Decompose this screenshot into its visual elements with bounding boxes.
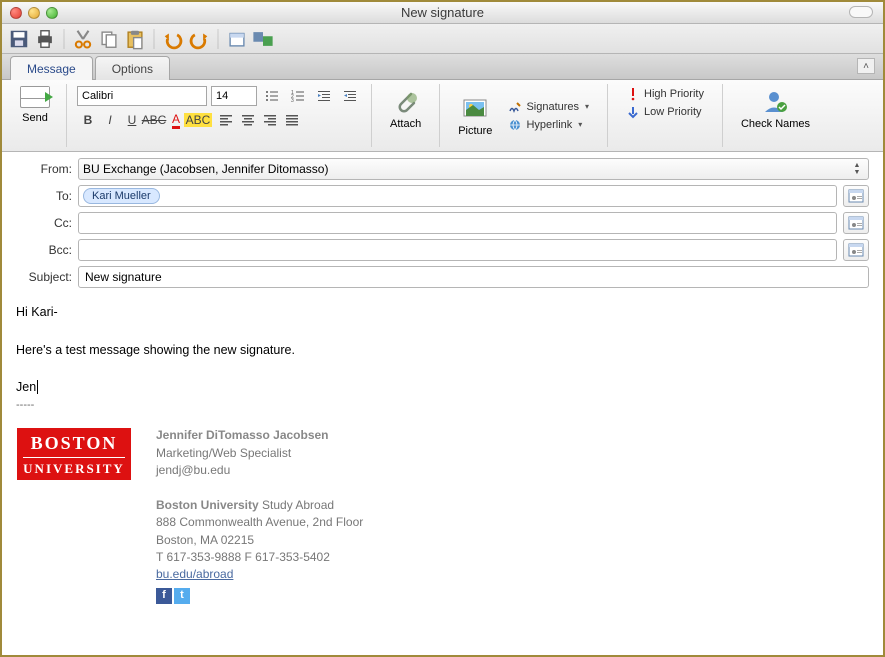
message-body[interactable]: Hi Kari- Here's a test message showing t…	[2, 293, 883, 614]
to-label: To:	[16, 189, 72, 203]
signature-name: Jennifer DiTomasso Jacobsen	[156, 427, 363, 444]
picture-icon	[461, 95, 489, 123]
signature-separator: -----	[16, 397, 869, 414]
justify-button[interactable]	[281, 110, 303, 130]
media-browser-icon[interactable]	[252, 28, 274, 50]
envelope-icon	[20, 86, 50, 108]
bcc-address-book-button[interactable]	[843, 239, 869, 261]
toolbar-pill-button[interactable]	[849, 6, 873, 18]
picture-button[interactable]: Picture	[450, 86, 500, 145]
redo-icon[interactable]	[188, 28, 210, 50]
ribbon-tabs: Message Options ˄	[2, 54, 883, 80]
strikethrough-button[interactable]: ABC	[143, 110, 165, 130]
bcc-field[interactable]	[78, 239, 837, 261]
updown-icon: ▲▼	[850, 161, 864, 177]
highlight-button[interactable]: ABC	[187, 110, 209, 130]
cc-field[interactable]	[78, 212, 837, 234]
ribbon: Send 123 B I U ABC A ABC Attach	[2, 80, 883, 152]
twitter-icon[interactable]: t	[174, 588, 190, 604]
cut-icon[interactable]	[72, 28, 94, 50]
body-text: Hi Kari-	[16, 303, 869, 322]
save-icon[interactable]	[8, 28, 30, 50]
check-names-label: Check Names	[741, 118, 810, 130]
copy-icon[interactable]	[98, 28, 120, 50]
underline-button[interactable]: U	[121, 110, 143, 130]
svg-text:3: 3	[291, 98, 294, 103]
to-field[interactable]: Kari Mueller	[78, 185, 837, 207]
signature-phones: T 617-353-9888 F 617-353-5402	[156, 549, 363, 566]
signature-link[interactable]: bu.edu/abroad	[156, 567, 233, 581]
subject-field[interactable]	[78, 266, 869, 288]
send-label: Send	[22, 112, 48, 124]
window-title: New signature	[2, 5, 883, 20]
hyperlink-button[interactable]: Hyperlink▾	[504, 117, 593, 133]
from-field[interactable]: BU Exchange (Jacobsen, Jennifer Ditomass…	[78, 158, 869, 180]
font-family-select[interactable]	[77, 86, 207, 106]
arrow-down-icon	[626, 105, 640, 119]
body-text: Here's a test message showing the new si…	[16, 341, 869, 360]
check-names-button[interactable]: Check Names	[733, 86, 818, 132]
send-button[interactable]: Send	[14, 86, 56, 124]
signature-address: 888 Commonwealth Avenue, 2nd Floor	[156, 514, 363, 531]
align-left-button[interactable]	[215, 110, 237, 130]
font-size-select[interactable]	[211, 86, 257, 106]
number-list-button[interactable]: 123	[287, 86, 309, 106]
attach-button[interactable]: Attach	[382, 86, 429, 132]
italic-button[interactable]: I	[99, 110, 121, 130]
tab-message[interactable]: Message	[10, 56, 93, 80]
titlebar: New signature	[2, 2, 883, 24]
paste-icon[interactable]	[124, 28, 146, 50]
recipient-chip[interactable]: Kari Mueller	[83, 188, 160, 204]
hyperlink-icon	[508, 118, 522, 132]
paperclip-icon	[392, 88, 420, 116]
text-cursor	[37, 380, 38, 394]
bullet-list-button[interactable]	[261, 86, 283, 106]
facebook-icon[interactable]: f	[156, 588, 172, 604]
from-label: From:	[16, 162, 72, 176]
align-center-button[interactable]	[237, 110, 259, 130]
undo-icon[interactable]	[162, 28, 184, 50]
high-priority-button[interactable]: High Priority	[622, 86, 708, 102]
signature-email: jendj@bu.edu	[156, 462, 363, 479]
decrease-indent-button[interactable]	[339, 86, 361, 106]
toolbox-icon[interactable]	[226, 28, 248, 50]
to-address-book-button[interactable]	[843, 185, 869, 207]
bold-button[interactable]: B	[77, 110, 99, 130]
cc-address-book-button[interactable]	[843, 212, 869, 234]
person-check-icon	[761, 88, 789, 116]
signature-icon	[508, 100, 522, 114]
signature-title: Marketing/Web Specialist	[156, 445, 363, 462]
exclamation-icon	[626, 87, 640, 101]
message-headers: From: BU Exchange (Jacobsen, Jennifer Di…	[2, 152, 883, 288]
signature-org: Boston University Study Abroad	[156, 497, 363, 514]
ribbon-collapse-button[interactable]: ˄	[857, 58, 875, 74]
subject-label: Subject:	[16, 270, 72, 284]
picture-label: Picture	[458, 125, 492, 137]
signatures-button[interactable]: Signatures▾	[504, 99, 593, 115]
increase-indent-button[interactable]	[313, 86, 335, 106]
email-signature: BOSTON UNIVERSITY Jennifer DiTomasso Jac…	[16, 427, 869, 604]
quick-access-toolbar	[2, 24, 883, 54]
tab-options[interactable]: Options	[95, 56, 170, 80]
low-priority-button[interactable]: Low Priority	[622, 104, 708, 120]
bcc-label: Bcc:	[16, 243, 72, 257]
signature-address: Boston, MA 02215	[156, 532, 363, 549]
align-right-button[interactable]	[259, 110, 281, 130]
body-text: Jen	[16, 378, 869, 397]
cc-label: Cc:	[16, 216, 72, 230]
bu-logo: BOSTON UNIVERSITY	[16, 427, 132, 481]
attach-label: Attach	[390, 118, 421, 130]
print-icon[interactable]	[34, 28, 56, 50]
